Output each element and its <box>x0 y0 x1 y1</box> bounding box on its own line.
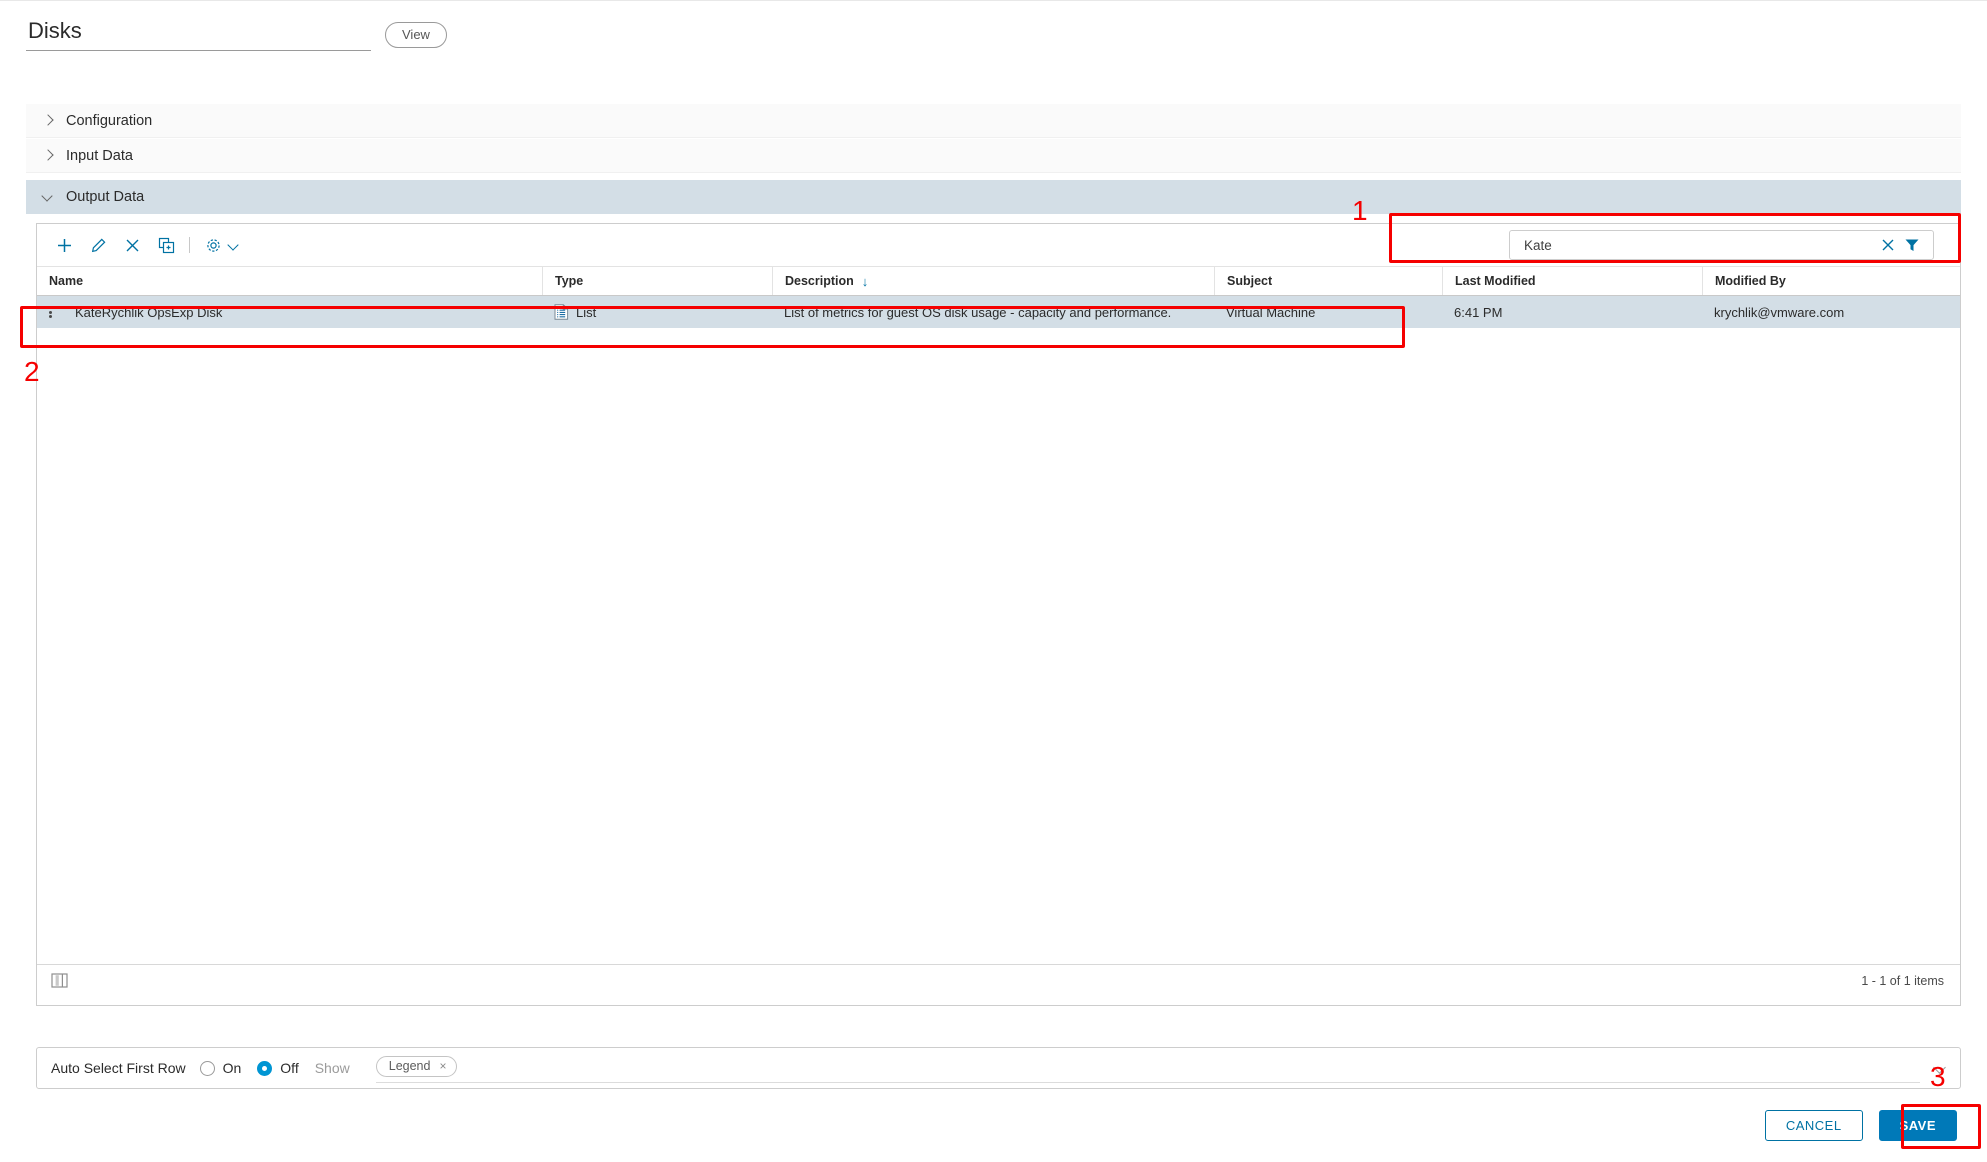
column-header-subject-label: Subject <box>1227 274 1273 288</box>
search-box <box>1509 230 1934 260</box>
cell-type: List <box>542 296 772 328</box>
section-input-data-label: Input Data <box>66 147 133 164</box>
chip-legend[interactable]: Legend × <box>375 1056 458 1077</box>
view-name-input[interactable] <box>26 18 371 51</box>
column-header-modified-by[interactable]: Modified By <box>1702 267 1960 295</box>
close-icon[interactable] <box>115 230 149 260</box>
row-actions-icon[interactable] <box>37 296 63 328</box>
gear-icon[interactable] <box>196 230 230 260</box>
clone-icon[interactable] <box>149 230 183 260</box>
add-icon[interactable] <box>47 230 81 260</box>
column-header-modified-by-label: Modified By <box>1715 274 1786 288</box>
section-configuration[interactable]: Configuration <box>26 104 1961 138</box>
chevron-right-icon <box>40 113 56 129</box>
column-header-description-label: Description <box>785 274 854 288</box>
grid-header-row: Name Type Description ↓ Subject Last Mod… <box>37 266 1960 296</box>
cell-name: KateRychlik OpsExp Disk <box>75 304 223 320</box>
clear-search-icon[interactable] <box>1877 234 1899 256</box>
chevron-down-icon[interactable] <box>1930 1058 1950 1078</box>
auto-select-radio-off[interactable]: Off <box>257 1060 299 1076</box>
column-picker-icon[interactable] <box>51 973 68 988</box>
grid-footer: 1 - 1 of 1 items <box>37 964 1960 996</box>
section-configuration-label: Configuration <box>66 112 153 129</box>
auto-select-radio-on[interactable]: On <box>199 1060 242 1076</box>
cancel-button[interactable]: CANCEL <box>1764 1110 1863 1141</box>
radio-on-label: On <box>222 1060 242 1076</box>
column-header-name[interactable]: Name <box>37 267 542 295</box>
sort-descending-icon: ↓ <box>861 273 869 289</box>
section-output-data[interactable]: Output Data <box>26 180 1961 214</box>
chevron-down-icon[interactable] <box>227 238 241 252</box>
column-header-name-label: Name <box>49 274 84 288</box>
column-header-last-modified-label: Last Modified <box>1455 274 1536 288</box>
options-bar: Auto Select First Row On Off Show Legend… <box>36 1047 1961 1089</box>
view-button[interactable]: View <box>385 21 447 48</box>
footer-actions: CANCEL SAVE <box>1764 1110 1957 1141</box>
page-root: View Configuration Input Data Output Dat… <box>0 0 1987 1162</box>
cell-modified-by: krychlik@vmware.com <box>1714 304 1845 320</box>
toolbar-divider <box>189 237 190 253</box>
column-header-subject[interactable]: Subject <box>1214 267 1442 295</box>
title-row: View <box>26 18 447 51</box>
radio-off-icon[interactable] <box>257 1060 273 1076</box>
save-button[interactable]: SAVE <box>1878 1110 1957 1141</box>
show-label: Show <box>314 1060 350 1076</box>
column-header-description[interactable]: Description ↓ <box>772 267 1214 295</box>
column-header-type[interactable]: Type <box>542 267 772 295</box>
column-header-type-label: Type <box>555 274 584 288</box>
column-header-last-modified[interactable]: Last Modified <box>1442 267 1702 295</box>
section-input-data[interactable]: Input Data <box>26 139 1961 173</box>
filter-icon[interactable] <box>1899 234 1925 256</box>
section-output-data-label: Output Data <box>66 189 145 205</box>
auto-select-first-row-label: Auto Select First Row <box>51 1060 186 1076</box>
grid-body: KateRychlik OpsExp Disk List List of met… <box>37 296 1960 996</box>
cell-last-modified: 6:41 PM <box>1454 304 1503 320</box>
radio-on-icon[interactable] <box>199 1060 215 1076</box>
chevron-right-icon <box>40 148 56 164</box>
pagination-label: 1 - 1 of 1 items <box>1861 973 1944 988</box>
cell-description: List of metrics for guest OS disk usage … <box>784 304 1172 320</box>
search-input[interactable] <box>1522 236 1877 254</box>
list-document-icon <box>554 304 569 320</box>
radio-off-label: Off <box>280 1060 299 1076</box>
cell-subject: Virtual Machine <box>1226 304 1316 320</box>
chevron-down-icon <box>40 189 56 205</box>
top-divider <box>0 0 1987 1</box>
cell-type-label: List <box>576 304 597 320</box>
chip-legend-label: Legend <box>388 1059 431 1073</box>
chip-remove-icon[interactable]: × <box>439 1059 446 1073</box>
grid-toolbar <box>37 224 1960 266</box>
table-row[interactable]: KateRychlik OpsExp Disk List List of met… <box>37 296 1960 328</box>
output-data-grid: Name Type Description ↓ Subject Last Mod… <box>36 223 1961 1006</box>
edit-icon[interactable] <box>81 230 115 260</box>
show-chips-field[interactable]: Legend × <box>375 1053 1920 1083</box>
